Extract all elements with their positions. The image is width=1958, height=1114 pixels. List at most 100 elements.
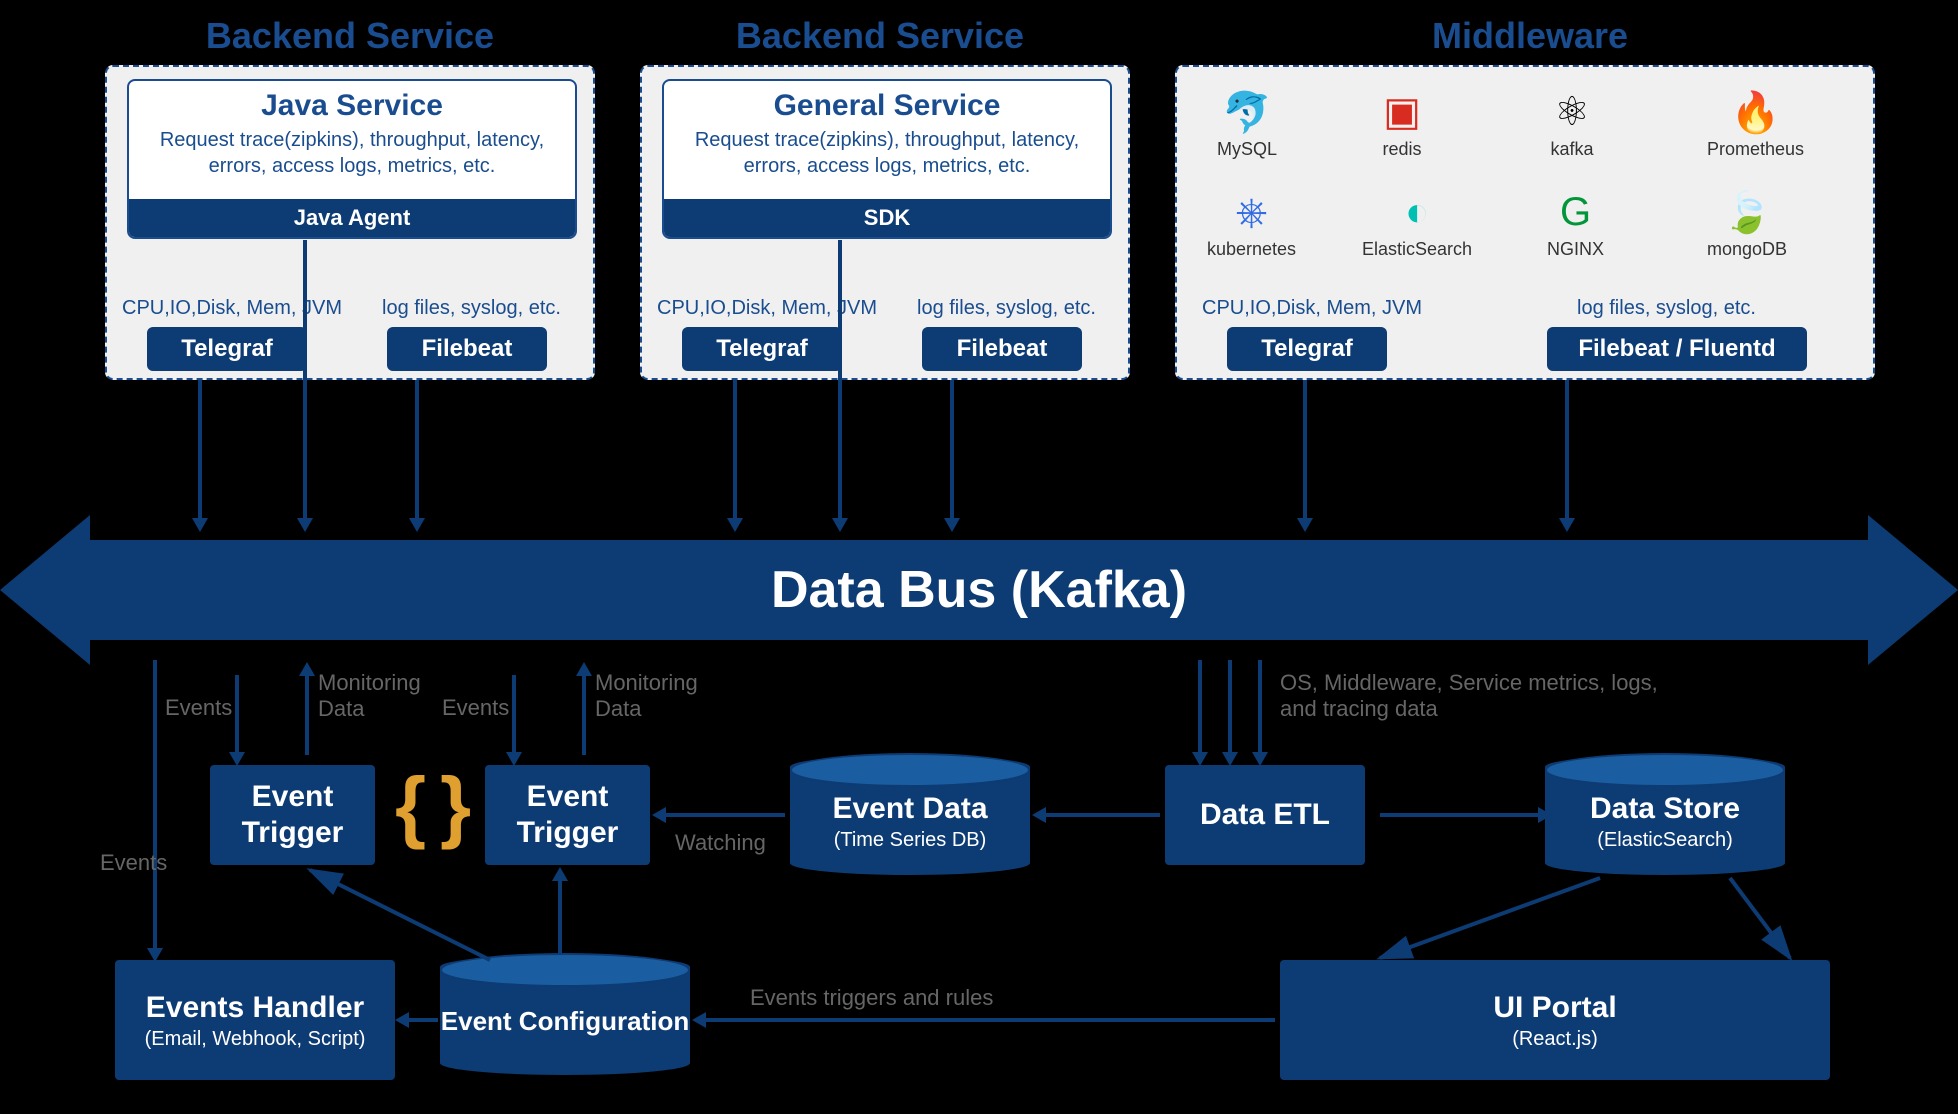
section-title-backend1: Backend Service (150, 15, 550, 57)
arrow-head-icon (506, 752, 522, 766)
logo-label: mongoDB (1707, 239, 1787, 260)
java-telegraf: Telegraf (147, 327, 307, 371)
general-desc: Request trace(zipkins), throughput, late… (664, 127, 1110, 179)
bus-arrow-right-icon (1868, 515, 1958, 665)
java-filebeat: Filebeat (387, 327, 547, 371)
logo-redis: ▣redis (1377, 87, 1427, 160)
node-sub: (Time Series DB) (834, 829, 987, 852)
node-sub: (React.js) (1512, 1028, 1598, 1051)
node-title: Event Trigger (210, 779, 375, 851)
general-metrics-label: CPU,IO,Disk, Mem, JVM (657, 297, 877, 320)
bus-label: Data Bus (Kafka) (90, 540, 1868, 640)
logo-mysql: 🐬MySQL (1217, 87, 1277, 160)
logo-label: NGINX (1547, 239, 1604, 260)
arrow-head-icon (1192, 752, 1208, 766)
arrow-line (1228, 660, 1232, 755)
general-sdk-bar: SDK (664, 199, 1110, 237)
node-title: Event Trigger (485, 779, 650, 851)
arrow-line (558, 880, 562, 955)
label-events1: Events (100, 850, 167, 876)
kubernetes-icon: ⎈ (1227, 187, 1277, 237)
arrow-head-icon (395, 1012, 409, 1028)
mw-filebeat: Filebeat / Fluentd (1547, 327, 1807, 371)
event-config-cylinder: Event Configuration (440, 955, 690, 1075)
logo-prometheus: 🔥Prometheus (1707, 87, 1804, 160)
arrow-line (235, 675, 239, 755)
arrow-line (305, 675, 309, 755)
label-events2: Events (165, 695, 232, 721)
redis-icon: ▣ (1377, 87, 1427, 137)
elasticsearch-icon: ◐ (1392, 187, 1442, 237)
label-triggers-rules: Events triggers and rules (750, 985, 993, 1011)
arrow-head-icon (692, 1012, 706, 1028)
arrow-line (1565, 380, 1569, 520)
panel-general-backend: General Service Request trace(zipkins), … (640, 65, 1130, 380)
label-monitoring1: Monitoring Data (318, 670, 448, 723)
java-logs-label: log files, syslog, etc. (382, 297, 561, 320)
arrow-line (705, 1018, 1275, 1022)
logo-label: Prometheus (1707, 139, 1804, 160)
arrow-line (950, 380, 954, 520)
arrow-line (415, 380, 419, 520)
arrow-head-icon (299, 662, 315, 676)
arrow-line (512, 675, 516, 755)
event-trigger-1: Event Trigger (210, 765, 375, 865)
java-desc: Request trace(zipkins), throughput, late… (129, 127, 575, 179)
arrow-head-icon (229, 752, 245, 766)
java-agent-bar: Java Agent (129, 199, 575, 237)
mw-logs-label: log files, syslog, etc. (1577, 297, 1756, 320)
node-sub: (Email, Webhook, Script) (145, 1028, 366, 1051)
logo-elasticsearch: ◐ElasticSearch (1362, 187, 1472, 260)
event-data-cylinder: Event Data (Time Series DB) (790, 755, 1030, 875)
node-title: Event Configuration (441, 1006, 689, 1037)
label-events3: Events (442, 695, 509, 721)
logo-label: kubernetes (1207, 239, 1296, 260)
bus-arrow-left-icon (0, 515, 90, 665)
data-etl: Data ETL (1165, 765, 1365, 865)
logo-label: kafka (1550, 139, 1593, 160)
node-title: Data ETL (1200, 797, 1330, 833)
logo-label: MySQL (1217, 139, 1277, 160)
arrow-line (733, 380, 737, 520)
general-telegraf: Telegraf (682, 327, 842, 371)
java-title: Java Service (129, 89, 575, 123)
node-title: UI Portal (1493, 990, 1616, 1026)
prometheus-icon: 🔥 (1731, 87, 1781, 137)
kafka-icon: ⚛ (1547, 87, 1597, 137)
arrow-head-icon (1032, 807, 1046, 823)
logo-mongodb: 🍃mongoDB (1707, 187, 1787, 260)
general-title: General Service (664, 89, 1110, 123)
java-metrics-label: CPU,IO,Disk, Mem, JVM (122, 297, 342, 320)
arrow-head-icon (1222, 752, 1238, 766)
arrow-line (1303, 380, 1307, 520)
arrow-line (1258, 660, 1262, 755)
event-trigger-2: Event Trigger (485, 765, 650, 865)
arrow-line (408, 1018, 438, 1022)
data-bus: Data Bus (Kafka) (0, 520, 1958, 660)
node-sub: (ElasticSearch) (1597, 829, 1733, 852)
arrow-head-icon (1538, 807, 1552, 823)
arrow-head-icon (576, 662, 592, 676)
logo-nginx: GNGINX (1547, 187, 1604, 260)
arrow-line (153, 660, 157, 950)
general-logs-label: log files, syslog, etc. (917, 297, 1096, 320)
node-title: Data Store (1590, 791, 1740, 827)
nginx-icon: G (1551, 187, 1601, 237)
logo-label: redis (1382, 139, 1421, 160)
section-title-backend2: Backend Service (680, 15, 1080, 57)
node-title: Events Handler (146, 990, 364, 1026)
panel-java-backend: Java Service Request trace(zipkins), thr… (105, 65, 595, 380)
mysql-icon: 🐬 (1222, 87, 1272, 137)
label-os-metrics: OS, Middleware, Service metrics, logs, a… (1280, 670, 1680, 723)
ui-portal: UI Portal (React.js) (1280, 960, 1830, 1080)
arrow-head-icon (1252, 752, 1268, 766)
panel-middleware: 🐬MySQL ▣redis ⚛kafka 🔥Prometheus ⎈kubern… (1175, 65, 1875, 380)
arrow-line (198, 380, 202, 520)
arrow-line (1380, 813, 1540, 817)
arrow-head-icon (652, 807, 666, 823)
arrow-line (1198, 660, 1202, 755)
arrow-line (665, 813, 785, 817)
arrow-line (582, 675, 586, 755)
node-title: Event Data (832, 791, 987, 827)
brace-left-icon: { (395, 760, 426, 852)
